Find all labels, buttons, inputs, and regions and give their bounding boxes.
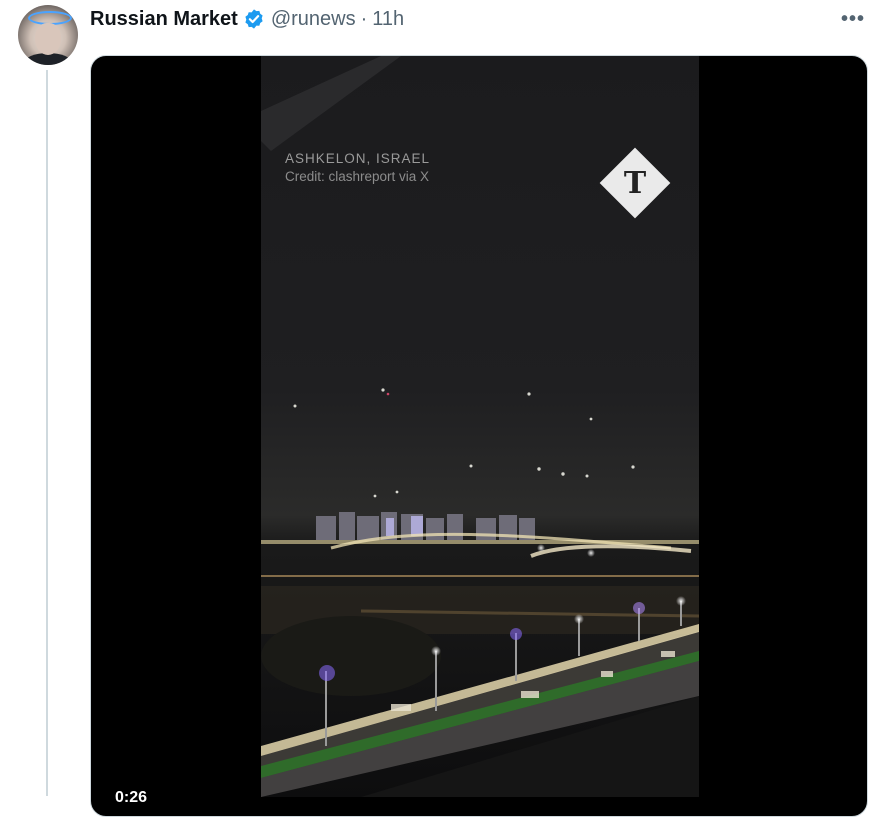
telegraph-logo-letter: T xyxy=(623,165,647,201)
verified-badge-icon xyxy=(245,9,263,29)
author-avatar[interactable] xyxy=(18,5,78,65)
video-frame: ASHKELON, ISRAEL Credit: clashreport via… xyxy=(261,56,699,797)
video-location-caption: ASHKELON, ISRAEL xyxy=(285,151,431,166)
author-handle[interactable]: @runews xyxy=(271,8,356,31)
video-timestamp: 0:26 xyxy=(115,789,148,806)
telegraph-logo: T xyxy=(599,147,671,219)
thread-line xyxy=(46,70,48,796)
tweet-timestamp[interactable]: 11h xyxy=(372,8,404,31)
author-name[interactable]: Russian Market xyxy=(90,8,238,31)
video-credit-caption: Credit: clashreport via X xyxy=(285,169,430,184)
more-options-icon[interactable]: ••• xyxy=(841,8,865,31)
separator-dot: · xyxy=(360,7,368,30)
video-player[interactable]: ASHKELON, ISRAEL Credit: clashreport via… xyxy=(90,55,868,817)
avatar-face xyxy=(35,23,61,55)
tweet-header: Russian Market @runews · 11h xyxy=(90,5,404,33)
